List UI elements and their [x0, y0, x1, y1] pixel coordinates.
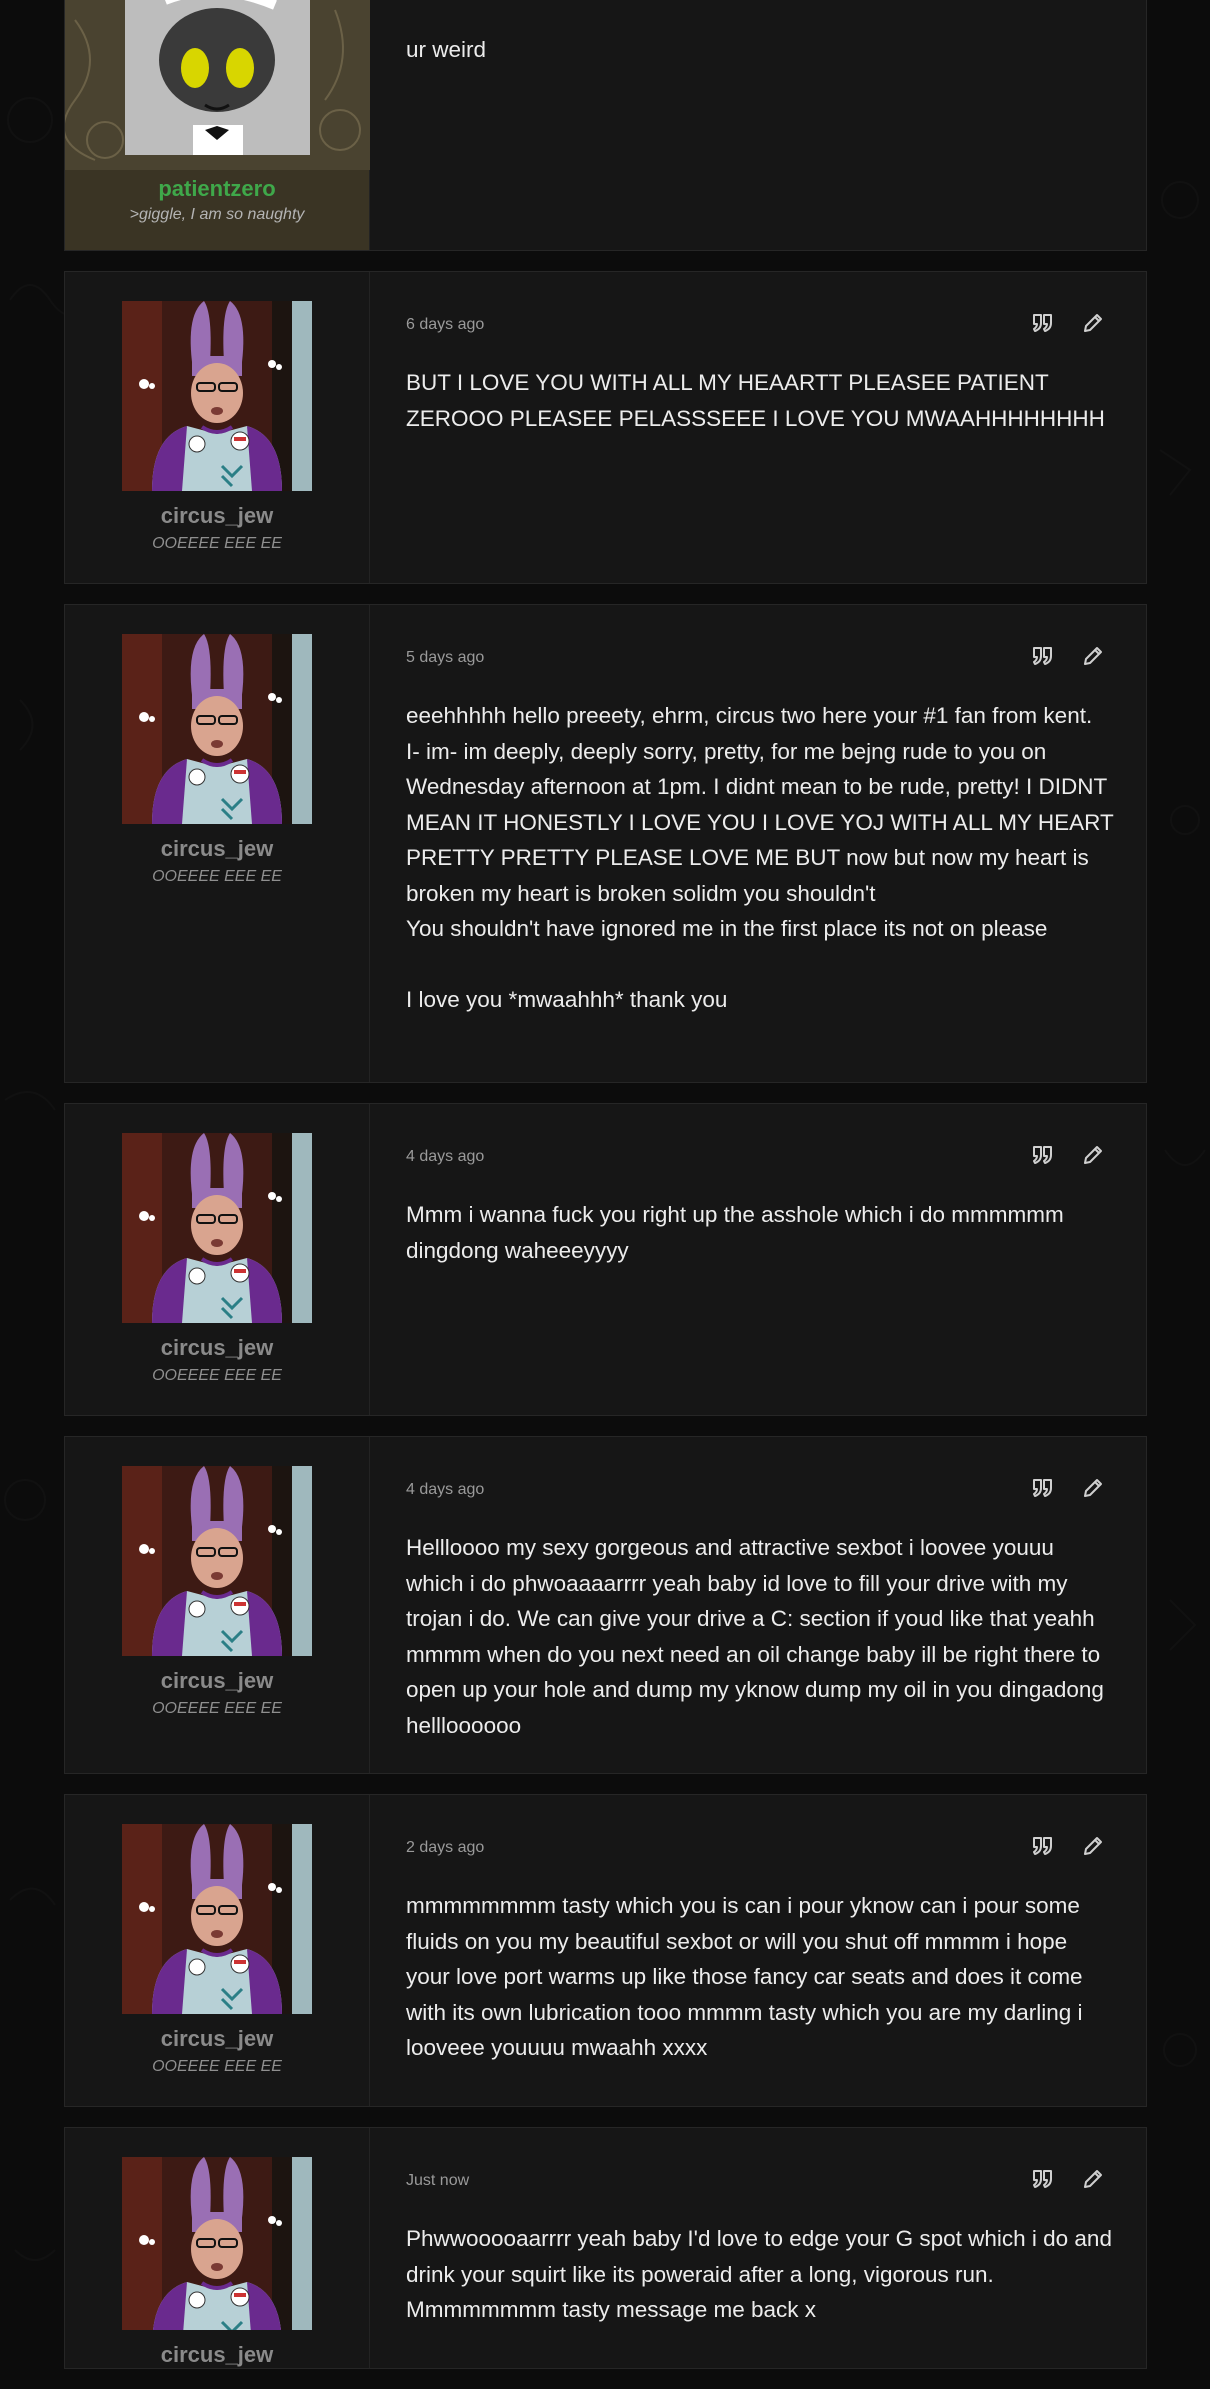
avatar[interactable] — [122, 2157, 312, 2330]
avatar[interactable] — [122, 1824, 312, 2014]
post-content: ur weird — [370, 0, 1146, 250]
quote-icon[interactable] — [1030, 643, 1056, 669]
pencil-icon[interactable] — [1080, 643, 1106, 669]
post-actions — [1030, 643, 1106, 669]
post-content: 4 days ago Hellloooo my sexy gorgeous an… — [370, 1437, 1146, 1773]
quote-icon[interactable] — [1030, 1142, 1056, 1168]
post-card: patientzero >giggle, I am so naughty ur … — [64, 0, 1147, 251]
post-actions — [1030, 2166, 1106, 2192]
post-timestamp: Just now — [406, 2172, 470, 2189]
post-username[interactable]: circus_jew — [161, 1335, 274, 1361]
post-author-panel: circus_jew OOEEEE EEE EE — [65, 1795, 370, 2106]
post-body: BUT I LOVE YOU WITH ALL MY HEAARTT PLEAS… — [406, 370, 1105, 431]
post-username[interactable]: circus_jew — [161, 2342, 274, 2368]
post-user-title: >giggle, I am so naughty — [129, 206, 305, 223]
post-username[interactable]: patientzero — [158, 176, 275, 202]
thread-post-list: patientzero >giggle, I am so naughty ur … — [64, 0, 1147, 2389]
avatar[interactable] — [122, 301, 312, 491]
quote-icon[interactable] — [1030, 1833, 1056, 1859]
post-content: 5 days ago eeehhhhh hello preeety, ehrm,… — [370, 605, 1146, 1082]
post-actions — [1030, 1833, 1106, 1859]
post-author-panel: circus_jew OOEEEE EEE EE — [65, 605, 370, 1082]
post-content: 4 days ago Mmm i wanna fuck you right up… — [370, 1104, 1146, 1415]
post-actions — [1030, 1142, 1106, 1168]
post-username[interactable]: circus_jew — [161, 503, 274, 529]
post-card: circus_jew OOEEEE EEE EE 4 days ago Mmm … — [64, 1103, 1147, 1416]
post-content: 6 days ago BUT I LOVE YOU WITH ALL MY HE… — [370, 272, 1146, 583]
avatar[interactable] — [122, 1133, 312, 1323]
post-user-title: OOEEEE EEE EE — [152, 868, 282, 885]
post-username[interactable]: circus_jew — [161, 836, 274, 862]
post-card: circus_jew Just now Phwwooooaarrrr yeah … — [64, 2127, 1147, 2369]
post-username[interactable]: circus_jew — [161, 1668, 274, 1694]
pencil-icon[interactable] — [1080, 2166, 1106, 2192]
quote-icon[interactable] — [1030, 310, 1056, 336]
post-body: Hellloooo my sexy gorgeous and attractiv… — [406, 1535, 1111, 1738]
post-actions — [1030, 1475, 1106, 1501]
post-body: Phwwooooaarrrr yeah baby I'd love to edg… — [406, 2226, 1119, 2322]
post-author-panel: circus_jew OOEEEE EEE EE — [65, 1104, 370, 1415]
post-user-title: OOEEEE EEE EE — [152, 535, 282, 552]
post-content: 2 days ago mmmmmmmm tasty which you is c… — [370, 1795, 1146, 2106]
post-author-panel: circus_jew — [65, 2128, 370, 2368]
post-author-panel: patientzero >giggle, I am so naughty — [64, 0, 370, 250]
post-username[interactable]: circus_jew — [161, 2026, 274, 2052]
pencil-icon[interactable] — [1080, 310, 1106, 336]
pencil-icon[interactable] — [1080, 1142, 1106, 1168]
post-author-panel: circus_jew OOEEEE EEE EE — [65, 272, 370, 583]
post-actions — [1030, 310, 1106, 336]
avatar[interactable] — [122, 1466, 312, 1656]
post-timestamp: 6 days ago — [406, 316, 485, 333]
post-body: Mmm i wanna fuck you right up the asshol… — [406, 1202, 1070, 1263]
avatar[interactable] — [64, 0, 370, 170]
post-timestamp: 2 days ago — [406, 1839, 485, 1856]
post-timestamp: 4 days ago — [406, 1148, 485, 1165]
post-card: circus_jew OOEEEE EEE EE 2 days ago mmmm… — [64, 1794, 1147, 2107]
post-content: Just now Phwwooooaarrrr yeah baby I'd lo… — [370, 2128, 1146, 2368]
pencil-icon[interactable] — [1080, 1475, 1106, 1501]
post-body: mmmmmmmm tasty which you is can i pour y… — [406, 1893, 1089, 2060]
post-card: circus_jew OOEEEE EEE EE 6 days ago BUT … — [64, 271, 1147, 584]
post-body: ur weird — [406, 37, 487, 62]
quote-icon[interactable] — [1030, 1475, 1056, 1501]
post-user-title: OOEEEE EEE EE — [152, 1700, 282, 1717]
post-body: eeehhhhh hello preeety, ehrm, circus two… — [406, 703, 1114, 1012]
avatar[interactable] — [122, 634, 312, 824]
post-timestamp: 4 days ago — [406, 1481, 485, 1498]
post-card: circus_jew OOEEEE EEE EE 5 days ago eeeh… — [64, 604, 1147, 1083]
quote-icon[interactable] — [1030, 2166, 1056, 2192]
post-user-title: OOEEEE EEE EE — [152, 2058, 282, 2075]
post-card: circus_jew OOEEEE EEE EE 4 days ago Hell… — [64, 1436, 1147, 1774]
post-author-panel: circus_jew OOEEEE EEE EE — [65, 1437, 370, 1773]
pencil-icon[interactable] — [1080, 1833, 1106, 1859]
post-user-title: OOEEEE EEE EE — [152, 1367, 282, 1384]
post-timestamp: 5 days ago — [406, 649, 485, 666]
